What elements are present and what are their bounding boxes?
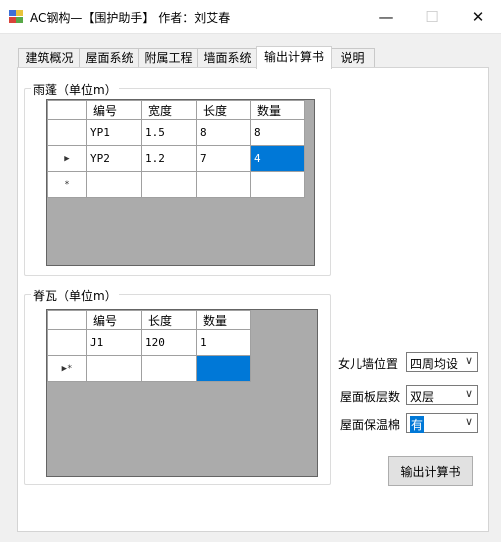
- table-cell[interactable]: YP1: [86, 119, 142, 146]
- row-header-corner: [47, 100, 87, 120]
- row-header-current-icon[interactable]: ▶: [47, 145, 87, 172]
- table-header-row: 编号 宽度 长度 数量: [47, 100, 305, 120]
- table-cell[interactable]: 1.2: [141, 145, 197, 172]
- roof-insulation-select[interactable]: 有 ∨: [406, 413, 478, 433]
- maximize-button: ☐: [425, 7, 439, 26]
- tab-help[interactable]: 说明: [330, 48, 375, 68]
- row-header-new-icon[interactable]: *: [47, 171, 87, 198]
- table-row-new: *: [47, 171, 305, 198]
- parapet-position-select[interactable]: 四周均设 ∨: [406, 352, 478, 372]
- ridge-tile-grid[interactable]: 编号 长度 数量 J1 120 1 ▶*: [46, 309, 318, 477]
- table-cell-selected[interactable]: 4: [250, 145, 305, 172]
- canopy-grid[interactable]: 编号 宽度 长度 数量 YP1 1.5 8 8 ▶ YP2 1.2 7 4 *: [46, 99, 315, 266]
- table-cell[interactable]: [250, 171, 305, 198]
- roof-insulation-value: 有: [410, 416, 425, 433]
- table-cell[interactable]: [86, 171, 142, 198]
- table-cell[interactable]: 1: [196, 329, 251, 356]
- column-header[interactable]: 编号: [86, 310, 142, 330]
- minimize-button[interactable]: —: [363, 0, 409, 33]
- table-cell[interactable]: [196, 171, 251, 198]
- output-report-button[interactable]: 输出计算书: [388, 456, 473, 486]
- column-header[interactable]: 宽度: [141, 100, 197, 120]
- table-row-new: ▶*: [47, 355, 251, 382]
- roof-layers-label: 屋面板层数: [340, 390, 401, 404]
- row-header[interactable]: [47, 329, 87, 356]
- roof-insulation-label: 屋面保温棉: [340, 418, 401, 432]
- title-bar: AC钢构—【围护助手】 作者：刘艾春 — ☐ ✕: [0, 0, 501, 34]
- close-button[interactable]: ✕: [455, 0, 501, 33]
- row-header[interactable]: [47, 119, 87, 146]
- table-cell[interactable]: 8: [196, 119, 251, 146]
- canopy-table: 编号 宽度 长度 数量 YP1 1.5 8 8 ▶ YP2 1.2 7 4 *: [47, 100, 305, 198]
- roof-layers-value: 双层: [410, 390, 435, 404]
- app-icon: [9, 10, 23, 23]
- table-cell[interactable]: YP2: [86, 145, 142, 172]
- table-row: YP1 1.5 8 8: [47, 119, 305, 146]
- table-cell[interactable]: 7: [196, 145, 251, 172]
- table-cell[interactable]: 8: [250, 119, 305, 146]
- column-header[interactable]: 数量: [196, 310, 251, 330]
- table-cell[interactable]: [141, 355, 197, 382]
- column-header[interactable]: 编号: [86, 100, 142, 120]
- column-header[interactable]: 长度: [196, 100, 251, 120]
- roof-layers-select[interactable]: 双层 ∨: [406, 385, 478, 405]
- table-cell[interactable]: [141, 171, 197, 198]
- column-header[interactable]: 数量: [250, 100, 305, 120]
- tab-building-overview[interactable]: 建筑概况: [18, 48, 81, 68]
- ridge-tile-group-title: 脊瓦（单位m）: [31, 287, 119, 304]
- row-header-new-icon[interactable]: ▶*: [47, 355, 87, 382]
- chevron-down-icon: ∨: [464, 415, 473, 428]
- parapet-position-value: 四周均设: [410, 357, 459, 371]
- chevron-down-icon: ∨: [464, 354, 473, 367]
- table-header-row: 编号 长度 数量: [47, 310, 251, 330]
- chevron-down-icon: ∨: [464, 387, 473, 400]
- canopy-group-title: 雨蓬（单位m）: [31, 81, 119, 98]
- tab-panel: 雨蓬（单位m） 编号 宽度 长度 数量 YP1 1.5 8 8 ▶ YP2 1.…: [17, 67, 489, 532]
- tab-ancillary-works[interactable]: 附属工程: [138, 48, 199, 68]
- table-row: ▶ YP2 1.2 7 4: [47, 145, 305, 172]
- tab-roof-system[interactable]: 屋面系统: [79, 48, 140, 68]
- tab-wall-system[interactable]: 墙面系统: [197, 48, 258, 68]
- table-cell-selected[interactable]: [196, 355, 251, 382]
- table-cell[interactable]: 1.5: [141, 119, 197, 146]
- column-header[interactable]: 长度: [141, 310, 197, 330]
- table-cell[interactable]: J1: [86, 329, 142, 356]
- table-cell[interactable]: 120: [141, 329, 197, 356]
- ridge-tile-table: 编号 长度 数量 J1 120 1 ▶*: [47, 310, 251, 382]
- parapet-position-label: 女儿墙位置: [338, 357, 399, 371]
- ridge-tile-group: 脊瓦（单位m） 编号 长度 数量 J1 120 1 ▶*: [24, 287, 331, 485]
- tab-output-report[interactable]: 输出计算书: [256, 46, 332, 69]
- canopy-group: 雨蓬（单位m） 编号 宽度 长度 数量 YP1 1.5 8 8 ▶ YP2 1.…: [24, 81, 331, 276]
- window-title: AC钢构—【围护助手】 作者：刘艾春: [30, 11, 231, 25]
- row-header-corner: [47, 310, 87, 330]
- table-cell[interactable]: [86, 355, 142, 382]
- table-row: J1 120 1: [47, 329, 251, 356]
